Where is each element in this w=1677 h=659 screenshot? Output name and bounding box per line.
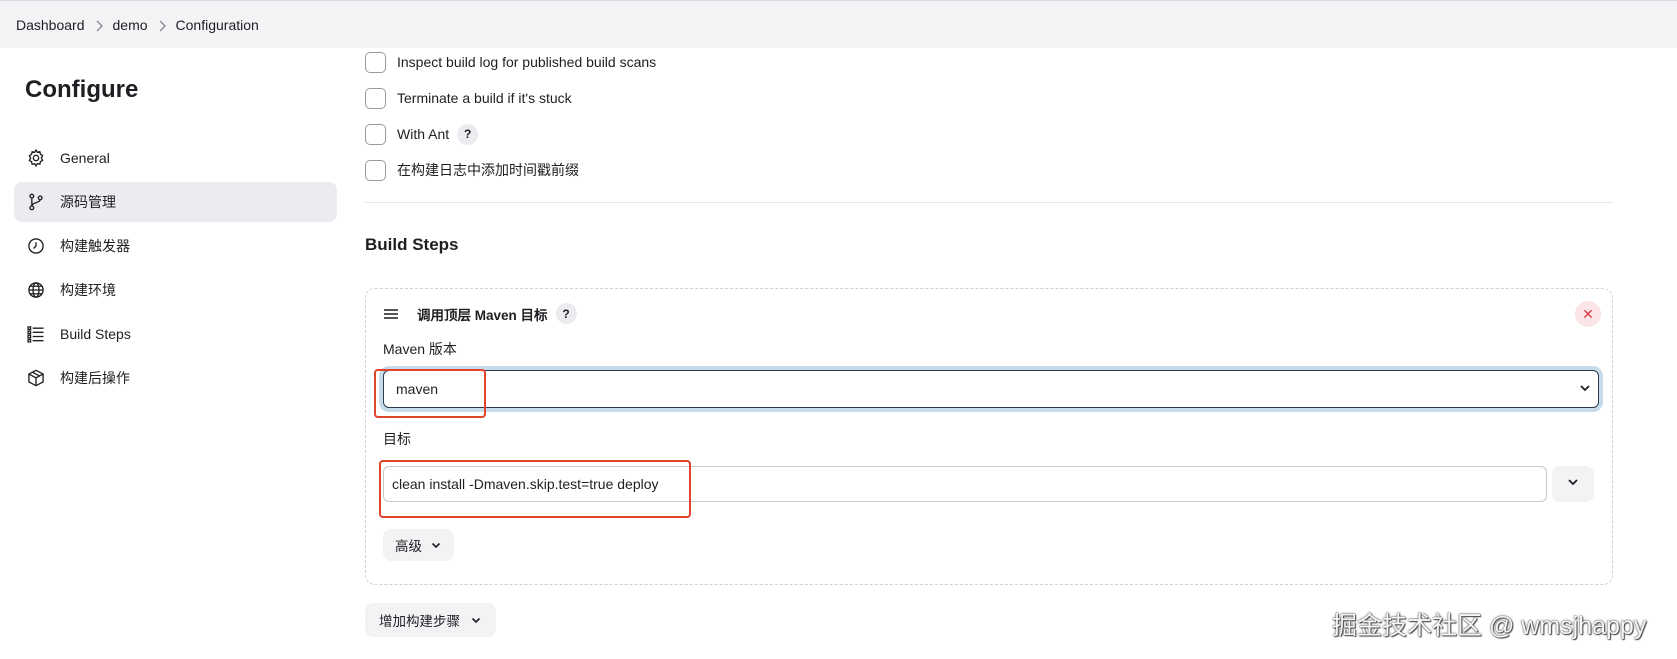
option-with-ant: With Ant ? [365,116,1615,152]
sidebar-item-label: Build Steps [60,326,131,342]
add-build-step-button[interactable]: 增加构建步骤 [365,603,496,637]
list-icon [25,323,47,345]
breadcrumb-demo[interactable]: demo [113,17,148,33]
sidebar-item-label: 构建环境 [60,282,116,298]
sidebar-item-post-build[interactable]: 构建后操作 [14,358,337,398]
breadcrumb-configuration[interactable]: Configuration [176,17,259,33]
build-step-card: 调用顶层 Maven 目标 ? ✕ Maven 版本 maven 目标 clea… [365,288,1613,585]
sidebar-item-general[interactable]: General [14,138,337,178]
maven-version-label: Maven 版本 [383,341,457,357]
annotation-box-maven-version [374,369,486,418]
sidebar-item-build-environment[interactable]: 构建环境 [14,270,337,310]
section-divider [365,202,1613,203]
timer-icon [25,235,47,257]
globe-icon [25,279,47,301]
help-icon[interactable]: ? [457,123,479,145]
goals-label: 目标 [383,431,411,447]
inspect-build-log-checkbox[interactable] [365,51,386,73]
sidebar-item-build-steps[interactable]: Build Steps [14,314,337,354]
build-step-title: 调用顶层 Maven 目标 [417,307,548,323]
chevron-down-icon [431,542,441,549]
annotation-box-goals [379,460,691,518]
option-label: Inspect build log for published build sc… [397,54,657,70]
option-inspect-build-log: Inspect build log for published build sc… [365,44,1615,80]
chevron-down-icon [1578,381,1592,398]
sidebar-item-label: General [60,150,110,166]
terminate-stuck-checkbox[interactable] [365,87,386,109]
option-label: With Ant [397,126,450,142]
delete-step-button[interactable]: ✕ [1575,301,1601,327]
timestamps-checkbox[interactable] [365,159,386,181]
option-terminate-stuck: Terminate a build if it's stuck [365,80,1615,116]
chevron-down-icon [471,617,481,624]
gear-icon [25,147,47,169]
maven-version-select[interactable]: maven [383,370,1599,408]
sidebar-nav: General 源码管理 构建触发器 构建环境 Build Steps 构建后操… [14,138,337,402]
watermark: 掘金技术社区 @ wmsjhappy [1332,612,1647,640]
main-content: Inspect build log for published build sc… [365,44,1615,254]
build-steps-heading: Build Steps [365,235,459,254]
goals-expand-button[interactable] [1552,466,1594,502]
with-ant-checkbox[interactable] [365,123,386,145]
sidebar-item-source-control[interactable]: 源码管理 [14,182,337,222]
chevron-right-icon [85,17,113,33]
sidebar-item-label: 构建后操作 [60,370,130,386]
breadcrumb-dashboard[interactable]: Dashboard [16,17,85,33]
chevron-right-icon [148,17,176,33]
package-icon [25,367,47,389]
build-step-header: 调用顶层 Maven 目标 ? [383,303,577,324]
branch-icon [25,191,47,213]
sidebar-item-label: 构建触发器 [60,238,130,254]
add-build-step-label: 增加构建步骤 [379,614,460,629]
sidebar-item-label: 源码管理 [60,194,116,210]
drag-handle-icon[interactable] [383,308,399,320]
option-label: 在构建日志中添加时间戳前缀 [397,162,579,178]
option-label: Terminate a build if it's stuck [397,90,572,106]
sidebar-item-build-triggers[interactable]: 构建触发器 [14,226,337,266]
option-timestamps: 在构建日志中添加时间戳前缀 [365,152,1615,188]
page-title: Configure [25,76,139,103]
breadcrumb: Dashboard demo Configuration [0,0,1677,48]
chevron-down-icon [1566,475,1580,494]
advanced-label: 高级 [395,539,422,554]
advanced-button[interactable]: 高级 [383,529,454,561]
help-icon[interactable]: ? [555,303,577,324]
